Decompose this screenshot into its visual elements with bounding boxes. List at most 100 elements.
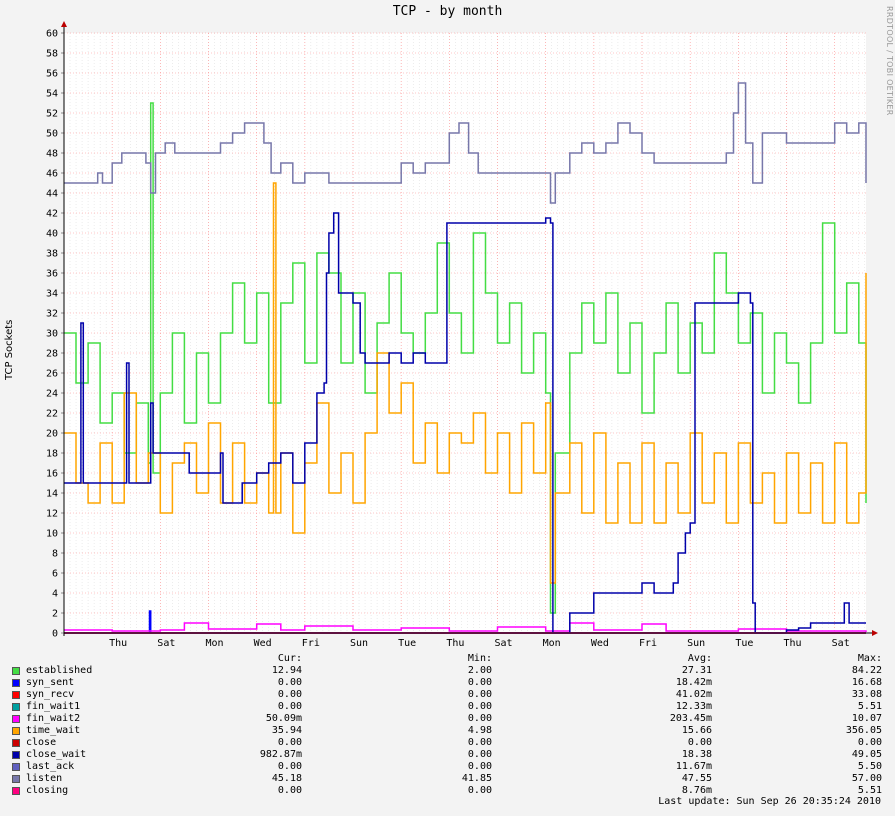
legend-name: last_ack	[26, 761, 75, 772]
legend-cur: 0.00	[277, 737, 302, 748]
legend-cur: 0.00	[277, 689, 302, 700]
y-tick-label: 4	[52, 589, 58, 600]
legend-row-syn_sent: syn_sent 0.00 0.00 18.42m 16.68	[12, 677, 884, 689]
legend-name: fin_wait2	[26, 713, 81, 724]
legend-row-listen: listen 45.18 41.85 47.55 57.00	[12, 773, 884, 785]
legend-name: listen	[26, 773, 63, 784]
legend-max: 33.08	[851, 689, 882, 700]
legend-swatch	[12, 667, 20, 675]
y-tick-label: 24	[46, 389, 58, 400]
x-tick-label: Sat	[157, 638, 175, 649]
y-tick-label: 18	[46, 449, 58, 460]
y-tick-label: 16	[46, 469, 58, 480]
y-tick-label: 30	[46, 329, 58, 340]
legend-header-max: Max:	[857, 653, 882, 664]
legend-cur: 35.94	[271, 725, 302, 736]
legend-header: Cur: Min: Avg: Max:	[12, 653, 884, 665]
y-tick-label: 60	[46, 29, 58, 40]
y-tick-label: 54	[46, 89, 58, 100]
legend-row-established: established 12.94 2.00 27.31 84.22	[12, 665, 884, 677]
legend-cur: 0.00	[277, 677, 302, 688]
legend-avg: 18.38	[681, 749, 712, 760]
legend-min: 0.00	[467, 677, 492, 688]
y-tick-label: 6	[52, 569, 58, 580]
y-tick-label: 56	[46, 69, 58, 80]
x-tick-label: Thu	[109, 638, 127, 649]
y-tick-label: 38	[46, 249, 58, 260]
legend-min: 4.98	[467, 725, 492, 736]
legend-avg: 27.31	[681, 665, 712, 676]
legend-avg: 15.66	[681, 725, 712, 736]
legend-min: 41.85	[461, 773, 492, 784]
y-tick-label: 2	[52, 609, 58, 620]
y-tick-label: 50	[46, 129, 58, 140]
legend-name: fin_wait1	[26, 701, 81, 712]
legend: Cur: Min: Avg: Max: established 12.94 2.00…	[12, 653, 884, 797]
y-tick-label: 46	[46, 169, 58, 180]
y-tick-label: 0	[52, 629, 58, 640]
y-tick-label: 42	[46, 209, 58, 220]
y-axis-arrow	[61, 21, 67, 27]
x-tick-label: Sun	[687, 638, 705, 649]
legend-swatch	[12, 775, 20, 783]
legend-avg: 11.67m	[675, 761, 712, 772]
chart-root: TCP - by month RRDTOOL / TOBI OETIKER TC…	[0, 0, 895, 816]
legend-avg: 47.55	[681, 773, 712, 784]
x-tick-label: Tue	[398, 638, 416, 649]
legend-max: 49.05	[851, 749, 882, 760]
legend-swatch	[12, 727, 20, 735]
legend-min: 0.00	[467, 749, 492, 760]
legend-max: 0.00	[857, 737, 882, 748]
y-tick-label: 36	[46, 269, 58, 280]
legend-rows: established 12.94 2.00 27.31 84.22 syn_sent 0.…	[12, 665, 884, 797]
legend-name: syn_recv	[26, 689, 75, 700]
x-tick-label: Mon	[543, 638, 561, 649]
legend-row-last_ack: last_ack 0.00 0.00 11.67m 5.50	[12, 761, 884, 773]
legend-row-close: close 0.00 0.00 0.00 0.00	[12, 737, 884, 749]
legend-max: 356.05	[845, 725, 882, 736]
legend-max: 5.50	[857, 761, 882, 772]
legend-name: close_wait	[26, 749, 87, 760]
x-tick-label: Thu	[783, 638, 801, 649]
legend-min: 0.00	[467, 689, 492, 700]
legend-min: 2.00	[467, 665, 492, 676]
legend-row-syn_recv: syn_recv 0.00 0.00 41.02m 33.08	[12, 689, 884, 701]
legend-row-close_wait: close_wait 982.87m 0.00 18.38 49.05	[12, 749, 884, 761]
legend-swatch	[12, 679, 20, 687]
legend-swatch	[12, 751, 20, 759]
x-tick-label: Fri	[302, 638, 320, 649]
legend-cur: 0.00	[277, 701, 302, 712]
x-tick-label: Tue	[735, 638, 753, 649]
legend-row-time_wait: time_wait 35.94 4.98 15.66 356.05	[12, 725, 884, 737]
y-tick-label: 32	[46, 309, 58, 320]
y-tick-label: 48	[46, 149, 58, 160]
y-tick-label: 8	[52, 549, 58, 560]
y-tick-label: 10	[46, 529, 58, 540]
x-tick-label: Fri	[639, 638, 657, 649]
chart-plot: 0246810121416182022242628303234363840424…	[46, 21, 878, 649]
legend-min: 0.00	[467, 701, 492, 712]
last-update: Last update: Sun Sep 26 20:35:24 2010	[658, 796, 881, 807]
y-tick-label: 40	[46, 229, 58, 240]
legend-cur: 0.00	[277, 761, 302, 772]
x-tick-label: Wed	[591, 638, 609, 649]
legend-swatch	[12, 739, 20, 747]
y-tick-label: 20	[46, 429, 58, 440]
legend-swatch	[12, 703, 20, 711]
legend-avg: 41.02m	[675, 689, 712, 700]
x-tick-label: Thu	[446, 638, 464, 649]
legend-max: 57.00	[851, 773, 882, 784]
x-tick-label: Sun	[350, 638, 368, 649]
legend-cur: 982.87m	[259, 749, 302, 760]
y-tick-label: 28	[46, 349, 58, 360]
legend-cur: 45.18	[271, 773, 302, 784]
legend-avg: 203.45m	[669, 713, 712, 724]
y-tick-label: 14	[46, 489, 58, 500]
legend-name: time_wait	[26, 725, 81, 736]
y-tick-label: 44	[46, 189, 58, 200]
x-tick-label: Sat	[494, 638, 512, 649]
y-tick-label: 52	[46, 109, 58, 120]
y-tick-label: 22	[46, 409, 58, 420]
legend-header-cur: Cur:	[277, 653, 302, 664]
legend-max: 16.68	[851, 677, 882, 688]
